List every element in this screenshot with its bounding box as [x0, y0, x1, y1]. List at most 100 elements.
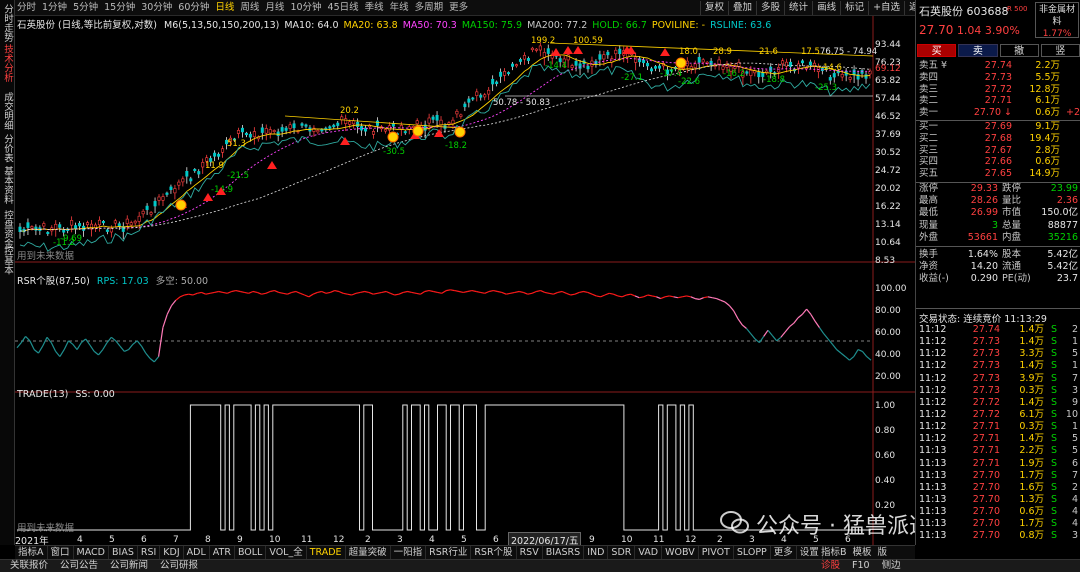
- x-axis-tick: 5: [109, 535, 115, 545]
- top-tool-2[interactable]: 多股: [756, 1, 784, 15]
- indicator-tab-21[interactable]: PIVOT: [699, 546, 734, 559]
- indicator-tab-15[interactable]: RSV: [517, 546, 543, 559]
- side-tab-deals[interactable]: 成交明细: [1, 92, 14, 130]
- rsr-segment: [265, 290, 271, 294]
- bid-row-3[interactable]: 买四 27.66 0.6万: [916, 156, 1080, 168]
- period-tab-4[interactable]: 30分钟: [138, 1, 175, 15]
- bottom-link-1[interactable]: 公司公告: [54, 560, 104, 572]
- indicator-tab-4[interactable]: RSI: [138, 546, 161, 559]
- chart-area[interactable]: 199.2 100.59 18.0 28.9 21.6 17.5 76.75 - 74.94…: [15, 16, 915, 548]
- indicator-tab-22[interactable]: SLOPP: [734, 546, 771, 559]
- bottom-right-0[interactable]: 诊股: [815, 560, 846, 572]
- bottom-link-3[interactable]: 公司研报: [154, 560, 204, 572]
- side-tab-intraday[interactable]: 分时走势: [1, 4, 14, 42]
- chart-annotation: -14.4: [545, 61, 567, 71]
- period-tab-9[interactable]: 10分钟: [287, 1, 324, 15]
- indicator-tab-5[interactable]: KDJ: [160, 546, 184, 559]
- indicator-tab-13[interactable]: RSR行业: [426, 546, 472, 559]
- period-tab-0[interactable]: 分时: [14, 1, 39, 15]
- tick-time: 11:12: [919, 384, 947, 396]
- top-tool-4[interactable]: 画线: [812, 1, 840, 15]
- period-tab-8[interactable]: 月线: [262, 1, 287, 15]
- indicator-tab-3[interactable]: BIAS: [109, 546, 138, 559]
- period-tab-5[interactable]: 60分钟: [175, 1, 212, 15]
- indicator-tab-16[interactable]: BIASRS: [543, 546, 585, 559]
- bid-row-1[interactable]: 买二 27.68 19.4万: [916, 133, 1080, 145]
- buy-button[interactable]: 买: [917, 44, 957, 57]
- period-tab-14[interactable]: 更多: [446, 1, 471, 15]
- bottom-link-0[interactable]: 关联报价: [4, 560, 54, 572]
- period-tab-7[interactable]: 周线: [237, 1, 262, 15]
- side-tab-profile[interactable]: 基本资料: [1, 166, 14, 204]
- period-tab-11[interactable]: 季线: [362, 1, 387, 15]
- sell-button[interactable]: 卖: [958, 44, 998, 57]
- tick-side: S: [1050, 396, 1058, 408]
- indicator-right-2[interactable]: 版: [875, 546, 891, 559]
- period-tab-12[interactable]: 年线: [387, 1, 412, 15]
- ask-volume: 2.2万: [1035, 60, 1060, 71]
- rsr-segment: [398, 291, 404, 295]
- top-tool-5[interactable]: 标记: [840, 1, 868, 15]
- top-tool-1[interactable]: 叠加: [728, 1, 756, 15]
- side-tab-funds[interactable]: 控盘资金: [1, 210, 14, 248]
- rsr-segment: [136, 340, 142, 347]
- period-tab-10[interactable]: 45日线: [325, 1, 362, 15]
- cancel-order-button[interactable]: 撤: [999, 44, 1039, 57]
- bottom-right-2[interactable]: 侧边: [876, 560, 907, 572]
- tick-volume: 0.6万: [1019, 506, 1044, 518]
- indicator-tab-8[interactable]: BOLL: [235, 546, 267, 559]
- ask-row-0[interactable]: 卖五 ¥ 27.74 2.2万: [916, 60, 1080, 72]
- indicator-tab-12[interactable]: 一阳指: [391, 546, 427, 559]
- indicator-tab-9[interactable]: VOL_全: [266, 546, 307, 559]
- rsr-segment: [694, 298, 700, 300]
- period-tab-13[interactable]: 多周期: [412, 1, 447, 15]
- bid-row-4[interactable]: 买五 27.65 14.9万: [916, 168, 1080, 180]
- side-tab-price-table[interactable]: 分价表: [1, 134, 14, 163]
- tick-row: 11:12 27.73 3.9万 S 7: [916, 373, 1080, 385]
- top-tool-0[interactable]: 复权: [700, 1, 728, 15]
- ask-row-1[interactable]: 卖四 27.73 5.5万: [916, 72, 1080, 84]
- indicator-tab-11[interactable]: 超量突破: [346, 546, 391, 559]
- bottom-link-2[interactable]: 公司新闻: [104, 560, 154, 572]
- candle-body: [526, 58, 530, 61]
- vertical-button[interactable]: 竖: [1040, 44, 1080, 57]
- rsr-segment: [866, 356, 872, 361]
- side-tab-technical[interactable]: 技术分析: [1, 44, 14, 82]
- bottom-right-1[interactable]: F10: [846, 560, 876, 572]
- tick-list[interactable]: 11:12 27.74 1.4万 S 2 11:12 27.73 1.4万 S 1 11:12 27.…: [916, 324, 1080, 543]
- bid-row-0[interactable]: 买一 27.69 9.1万: [916, 121, 1080, 133]
- period-tab-1[interactable]: 1分钟: [39, 1, 70, 15]
- indicator-tab-19[interactable]: VAD: [635, 546, 663, 559]
- chart-annotation: 50.78 - 50.83: [493, 98, 550, 108]
- indicator-right-1[interactable]: 模板: [850, 546, 875, 559]
- sector-box[interactable]: 非金属材料 1.77%: [1035, 2, 1079, 39]
- bid-row-2[interactable]: 买三 27.67 2.8万: [916, 145, 1080, 157]
- indicator-tab-1[interactable]: 窗口: [48, 546, 74, 559]
- indicator-tab-0[interactable]: 指标A: [15, 546, 48, 559]
- indicator-tab-14[interactable]: RSR个股: [471, 546, 517, 559]
- top-tool-3[interactable]: 统计: [784, 1, 812, 15]
- top-tool-6[interactable]: +自选: [868, 1, 904, 15]
- indicator-right-0[interactable]: 指标B: [818, 546, 850, 559]
- rsr-segment: [793, 317, 799, 324]
- indicator-tab-23[interactable]: 更多: [771, 546, 797, 559]
- indicator-tab-20[interactable]: WOBV: [662, 546, 699, 559]
- stats-block-1: 涨停 29.33 跌停 23.99 最高 28.26 量比 2.36 最低 26.99 市值 150.…: [916, 183, 1080, 244]
- indicator-tab-10[interactable]: TRADE: [307, 546, 346, 559]
- indicator-tab-7[interactable]: ATR: [210, 546, 235, 559]
- period-tab-3[interactable]: 15分钟: [101, 1, 138, 15]
- indicator-tab-6[interactable]: ADL: [184, 546, 210, 559]
- main-title-item-7: POVILINE: -: [651, 20, 706, 31]
- trade-axis-label: 1.00: [875, 401, 895, 411]
- ask-row-4[interactable]: 卖一 27.70 ↓ 0.6万 +2: [916, 107, 1080, 119]
- indicator-tab-2[interactable]: MACD: [74, 546, 109, 559]
- ask-row-2[interactable]: 卖三 27.72 12.8万: [916, 84, 1080, 96]
- indicator-tab-17[interactable]: IND: [584, 546, 609, 559]
- indicator-tab-18[interactable]: SDR: [608, 546, 636, 559]
- period-tab-6[interactable]: 日线: [212, 1, 237, 15]
- period-tab-2[interactable]: 5分钟: [70, 1, 101, 15]
- ask-row-3[interactable]: 卖二 27.71 6.1万: [916, 95, 1080, 107]
- side-tab-basic[interactable]: 控基本: [1, 246, 14, 275]
- candle-body: [757, 71, 761, 78]
- rsr-segment: [758, 336, 765, 343]
